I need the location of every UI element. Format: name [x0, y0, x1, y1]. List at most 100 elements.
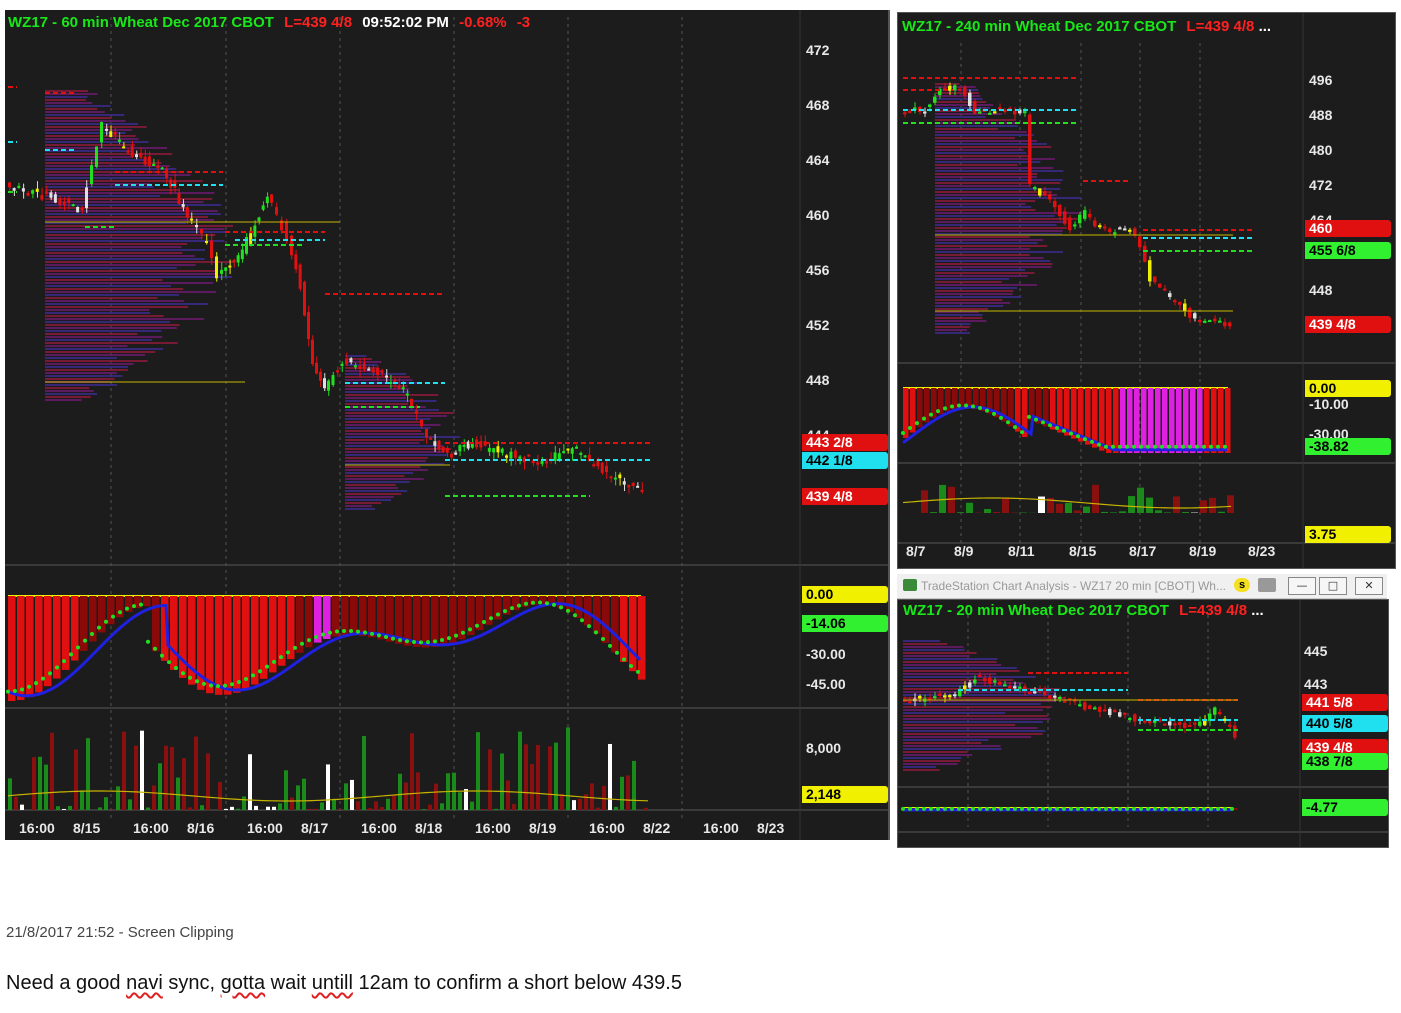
volume-profile-bar [45, 105, 111, 107]
volume-profile-bar [903, 733, 1043, 735]
volume-profile-bar [903, 769, 940, 771]
volume-bar [530, 764, 534, 810]
volume-profile-bar [935, 266, 1052, 268]
time-axis-tick: 8/19 [1189, 543, 1217, 559]
indicator-dot [265, 664, 269, 669]
candle-body [122, 146, 126, 149]
volume-profile-bar [935, 293, 1013, 295]
candle-body [152, 163, 156, 166]
time-axis-tick: 16:00 [475, 820, 511, 836]
candle-body [1053, 201, 1057, 208]
indicator-bar [107, 596, 115, 625]
time-axis-tick: 16:00 [361, 820, 397, 836]
volume-profile-bar [45, 135, 136, 137]
volume-profile-bar [903, 745, 1001, 747]
candle-body [1158, 283, 1162, 288]
volume-profile-bar [45, 378, 115, 380]
indicator-bar [1148, 388, 1154, 453]
indicator-dot [230, 682, 234, 687]
volume-profile-bar [935, 185, 1030, 187]
indicator-dot [496, 612, 500, 617]
price-axis-tick: 480 [1309, 141, 1333, 158]
volume-bar [1074, 510, 1081, 513]
chart-240min-last: L=439 4/8 [1186, 18, 1255, 35]
volume-bar [158, 763, 162, 810]
chart-20min[interactable]: WZ17 - 20 min Wheat Dec 2017 CBOT L=439 … [897, 599, 1389, 848]
chart-60min-canvas[interactable] [5, 10, 888, 840]
volume-profile-bar [45, 264, 196, 266]
candle-body [462, 444, 466, 447]
indicator-dot [552, 602, 556, 607]
candle-body [156, 165, 160, 168]
tradestation-icon [903, 579, 917, 591]
candle-body [943, 695, 947, 698]
volume-bar [68, 805, 72, 810]
indicator-bar [1169, 388, 1175, 453]
maximize-button[interactable]: □ [1319, 577, 1347, 595]
volume-profile-bar [935, 263, 1053, 265]
volume-bar [56, 806, 60, 810]
screen-clipping-caption: 21/8/2017 21:52 - Screen Clipping [6, 924, 234, 941]
symbol-link-s-button[interactable]: s [1234, 578, 1250, 592]
volume-profile-bar [45, 360, 148, 362]
volume-profile-bar [903, 664, 1002, 666]
candle-body [1163, 723, 1167, 726]
candle-body [376, 367, 380, 376]
volume-profile-bar [903, 643, 948, 645]
indicator-dot [447, 636, 451, 641]
volume-profile-bar [903, 703, 1041, 705]
indicator-dot [1034, 417, 1038, 422]
indicator-dot [426, 640, 430, 645]
candle-body [1043, 191, 1047, 196]
price-tag: 438 7/8 [1302, 753, 1388, 770]
indicator-dot [1216, 806, 1220, 811]
indicator-bar [1183, 388, 1189, 453]
volume-profile-bar [903, 712, 1006, 714]
volume-profile-bar [935, 170, 1064, 172]
window-title: TradeStation Chart Analysis - WZ17 20 mi… [921, 579, 1226, 593]
time-axis-tick: 8/7 [906, 543, 926, 559]
candle-body [1113, 232, 1117, 235]
volume-profile-bar [935, 260, 1051, 262]
indicator-bar [170, 596, 178, 670]
link-group-icon[interactable] [1258, 578, 1276, 592]
volume-profile-bar [935, 176, 1038, 178]
indicator-dot [629, 663, 633, 668]
volume-profile-bar [935, 158, 1055, 160]
indicator-dot [538, 600, 542, 605]
chart-60min[interactable]: WZ17 - 60 min Wheat Dec 2017 CBOT L=439 … [5, 10, 890, 840]
volume-profile-bar [345, 394, 439, 396]
candle-body [1088, 705, 1092, 710]
indicator-dot [929, 412, 933, 417]
volume-profile-bar [903, 727, 1038, 729]
price-tag: 439 4/8 [802, 488, 888, 505]
volume-profile-bar [345, 445, 444, 447]
indicator-dot [615, 650, 619, 655]
time-axis-tick: 8/22 [643, 820, 671, 836]
volume-profile-bar [935, 281, 1002, 283]
volume-bar [386, 798, 390, 810]
indicator-dot [419, 640, 423, 645]
indicator-dot [391, 636, 395, 641]
volume-bar [86, 738, 90, 810]
indicator-dot [300, 641, 304, 646]
indicator-dot [1062, 428, 1066, 433]
volume-profile-bar [45, 390, 94, 392]
indicator-bar [1078, 388, 1084, 442]
volume-bar [170, 746, 174, 810]
volume-profile-bar [935, 212, 1080, 214]
volume-bar [1209, 497, 1216, 513]
window-titlebar[interactable]: TradeStation Chart Analysis - WZ17 20 mi… [897, 574, 1387, 599]
candle-body [908, 701, 912, 704]
minimize-button[interactable]: — [1288, 577, 1316, 595]
close-button[interactable]: ✕ [1355, 577, 1383, 595]
volume-bar [14, 796, 18, 810]
volume-bar [176, 777, 180, 810]
candle-body [1193, 313, 1197, 319]
candle-body [76, 206, 80, 213]
indicator-dot [1223, 806, 1227, 811]
chart-240min[interactable]: WZ17 - 240 min Wheat Dec 2017 CBOT L=439… [897, 12, 1396, 569]
time-axis-tick: 8/17 [1129, 543, 1157, 559]
indicator-dot [216, 684, 220, 689]
candle-body [450, 453, 453, 458]
